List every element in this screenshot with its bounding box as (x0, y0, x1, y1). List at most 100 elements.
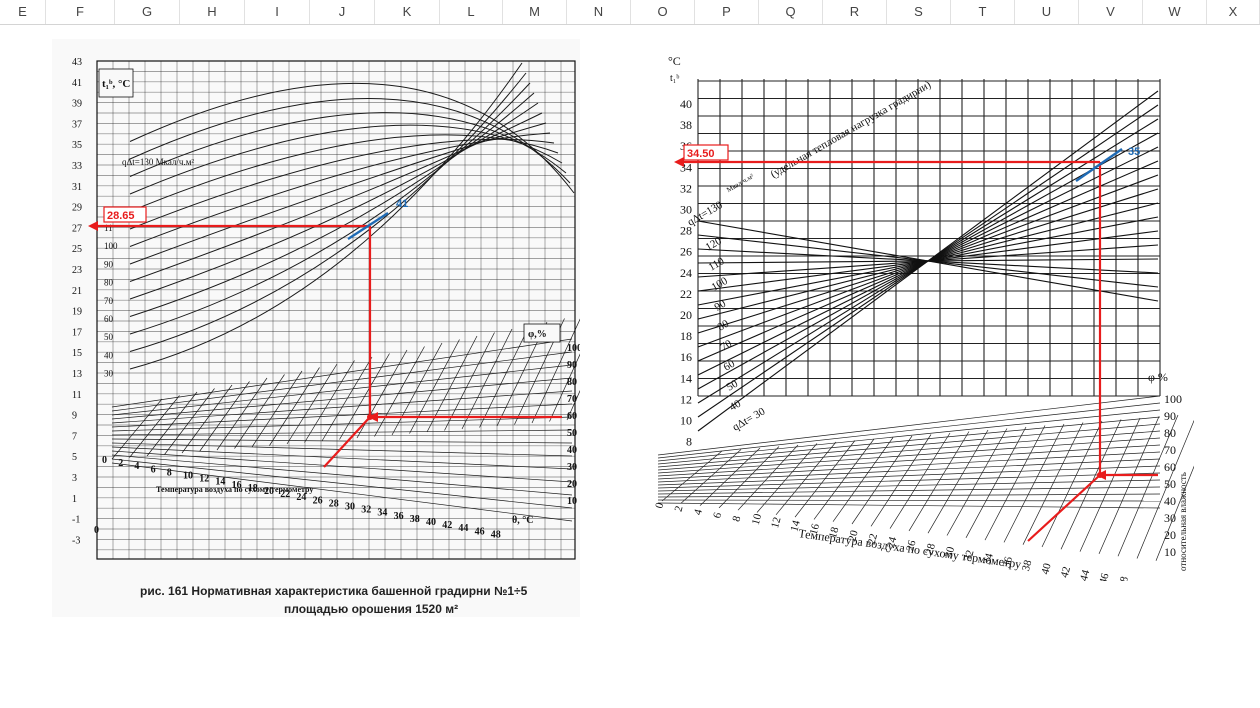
right-phi-tick: 80 (1164, 426, 1176, 440)
column-header-t[interactable]: T (951, 0, 1015, 24)
column-header-m[interactable]: M (503, 0, 567, 24)
right-x-tick: 10 (750, 512, 765, 526)
right-y-tick: 24 (680, 266, 692, 280)
spreadsheet-area[interactable]: 43 41 39 37 35 33 31 29 27 25 23 21 19 17 15 13 11 9 7 5 3 1-… (0, 25, 1260, 708)
column-header-o[interactable]: O (631, 0, 695, 24)
left-y-tick: 17 (72, 327, 82, 338)
column-header-r[interactable]: R (823, 0, 887, 24)
column-header-s[interactable]: S (887, 0, 951, 24)
right-y-tick: 10 (680, 414, 692, 428)
left-x-tick: 10 (183, 471, 193, 482)
right-sub-label: t₁ᵇ (670, 73, 679, 84)
chart-image-right[interactable]: °C t₁ᵇ 403836343230282624222018161412108… (648, 51, 1194, 581)
right-x-tick: 38 (1020, 558, 1035, 572)
right-unit-label: °C (668, 54, 681, 68)
left-y-tick: 33 (72, 161, 82, 172)
column-header-j[interactable]: J (310, 0, 375, 24)
left-x-tick: 36 (394, 511, 404, 522)
left-y-tick: 31 (72, 182, 82, 193)
right-y-tick: 12 (680, 392, 692, 406)
right-x-tick: 48 (1117, 575, 1132, 581)
left-q-tick: 70 (104, 296, 114, 306)
right-x-tick: 4 (692, 507, 705, 516)
column-header-l[interactable]: L (440, 0, 503, 24)
right-phi-tick: 10 (1164, 545, 1176, 559)
left-y-tick: 37 (72, 119, 82, 130)
left-phi-tick: 100 (567, 343, 580, 354)
left-phi-tick: 70 (567, 394, 577, 405)
column-header-i[interactable]: I (245, 0, 310, 24)
left-q-tick: 40 (104, 350, 114, 360)
right-y-tick: 40 (680, 97, 692, 111)
left-phi-tick: 20 (567, 479, 577, 490)
right-phi-tick: 90 (1164, 409, 1176, 423)
column-header-f[interactable]: F (46, 0, 115, 24)
right-y-tick: 16 (680, 350, 692, 364)
left-x-tick: 44 (458, 523, 468, 534)
left-y-tick: 25 (72, 244, 82, 255)
left-blue-value: 41 (396, 198, 408, 210)
left-y-tick: 21 (72, 286, 82, 297)
right-y-tick: 32 (680, 181, 692, 195)
left-x-tick: 12 (199, 474, 209, 485)
left-y-tick: 13 (72, 369, 82, 380)
right-red-marker-path (674, 157, 1158, 542)
left-x-tick: 28 (329, 498, 339, 509)
left-y-tick: 5 (72, 452, 77, 463)
left-phi-tick: 80 (567, 377, 577, 388)
left-x-tick: 2 (118, 458, 123, 469)
left-x-tick: 30 (345, 502, 355, 513)
column-header-h[interactable]: H (180, 0, 245, 24)
left-y-tick: 3 (72, 473, 77, 484)
column-header-k[interactable]: K (375, 0, 440, 24)
left-y-tick: 19 (72, 307, 82, 318)
right-x-tick: 2 (673, 505, 686, 513)
right-phi-tick: 40 (1164, 494, 1176, 508)
right-y-tick: 38 (680, 118, 692, 132)
right-result-value: 34.50 (687, 148, 715, 160)
left-y-tick: 1 (72, 494, 77, 505)
left-y-tick: 43 (72, 57, 82, 68)
right-q-tick: 50 (725, 377, 741, 393)
left-y-tick: 7 (72, 431, 77, 442)
left-y-tick: 35 (72, 140, 82, 151)
left-q-tick: 100 (104, 241, 118, 251)
left-x-tick: 48 (491, 529, 501, 540)
left-y-tick: 11 (72, 390, 82, 401)
left-phi-tick: 50 (567, 428, 577, 439)
right-q-tick: 60 (722, 357, 738, 373)
left-phi-tick: 40 (567, 445, 577, 456)
left-y-tick: 15 (72, 348, 82, 359)
column-header-v[interactable]: V (1079, 0, 1143, 24)
left-y-tick: 27 (72, 223, 82, 234)
chart-image-left[interactable]: 43 41 39 37 35 33 31 29 27 25 23 21 19 17 15 13 11 9 7 5 3 1-… (52, 39, 580, 617)
column-header-e[interactable]: E (0, 0, 46, 24)
left-q-tick: 60 (104, 314, 114, 324)
left-y-tick: 41 (72, 78, 82, 89)
column-header-q[interactable]: Q (759, 0, 823, 24)
right-blue-value: 35 (1128, 146, 1140, 158)
column-header-u[interactable]: U (1015, 0, 1079, 24)
left-x-axis-title: Температура воздуха по сухому термометру (156, 485, 313, 494)
left-x-tick: 40 (426, 517, 436, 528)
left-x-tick: 8 (167, 467, 172, 478)
left-phi-tick: 10 (567, 496, 577, 507)
left-red-marker-path (88, 221, 562, 468)
right-q-unit: Мкал/ч.м² (725, 172, 755, 194)
right-q-tick: 80 (716, 317, 732, 333)
left-x-tick: 26 (313, 495, 323, 506)
column-header-x[interactable]: X (1207, 0, 1260, 24)
column-header-n[interactable]: N (567, 0, 631, 24)
right-load-note: (удельная тепловая нагрузка градирни) (769, 79, 934, 181)
left-x-tick: 4 (134, 461, 139, 472)
left-y-tick: 39 (72, 99, 82, 110)
left-phi-tick: 90 (567, 360, 577, 371)
right-y-tick: 18 (680, 329, 692, 343)
right-y-tick: 22 (680, 287, 692, 301)
column-header-p[interactable]: P (695, 0, 759, 24)
left-q-tick: 11 (104, 223, 113, 233)
column-header-g[interactable]: G (115, 0, 180, 24)
right-side-note: относительная влажность (1178, 472, 1188, 571)
right-x-tick: 8 (731, 514, 744, 523)
column-header-w[interactable]: W (1143, 0, 1207, 24)
